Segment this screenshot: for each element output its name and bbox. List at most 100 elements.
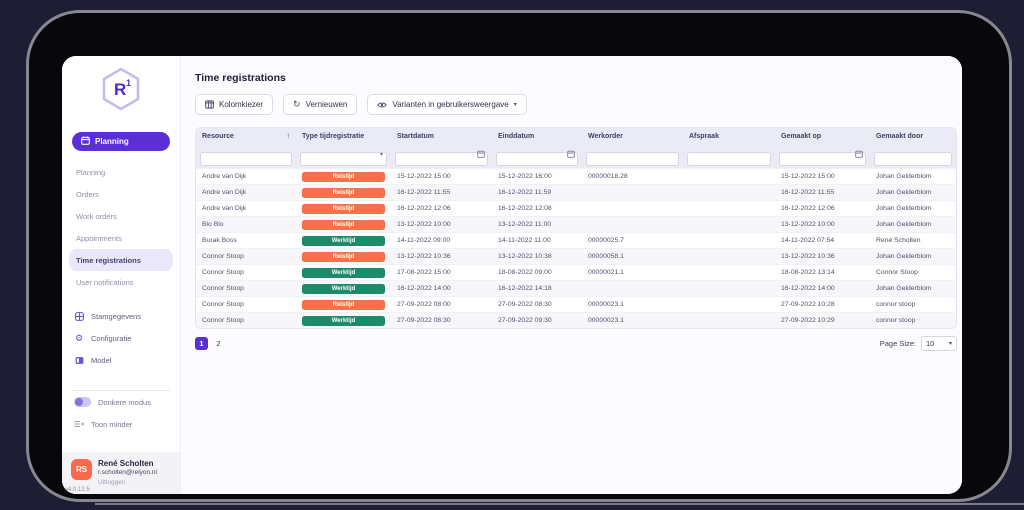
table-row[interactable]: Connor Stoop Reistijd 27-09-2022 08:00 2…	[196, 296, 956, 312]
table-row[interactable]: Blo Blo Reistijd 13-12-2022 10:00 13-12-…	[196, 216, 956, 232]
filter-einddatum-input[interactable]	[496, 152, 578, 166]
sidebar-item-model[interactable]: Model	[62, 349, 180, 371]
col-header-werkorder[interactable]: Werkorder	[582, 128, 683, 145]
sidebar-item-appointments[interactable]: Appointments	[62, 227, 180, 249]
filter-startdatum-input[interactable]	[395, 152, 488, 166]
cell-afspraak	[683, 297, 775, 312]
filter-gemaakt-op-input[interactable]	[779, 152, 866, 166]
cell-start: 16-12-2022 14:00	[391, 281, 492, 296]
cell-resource: Burak Boss	[196, 233, 296, 248]
cell-afspraak	[683, 217, 775, 232]
cell-afspraak	[683, 169, 775, 184]
col-header-resource[interactable]: Resource↑	[196, 128, 296, 145]
cell-werkorder: 00000018.28	[582, 169, 683, 184]
cell-created-by: Johan Gelderblom	[870, 217, 956, 232]
table-row[interactable]: Connor Stoop Reistijd 13-12-2022 10:36 1…	[196, 248, 956, 264]
sidebar-item-stamgegevens[interactable]: Stamgegevens	[62, 305, 180, 327]
cell-end: 16-12-2022 12:08	[492, 201, 582, 216]
col-header-gemaakt-door[interactable]: Gemaakt door	[870, 128, 956, 145]
column-chooser-button[interactable]: Kolomkiezer	[195, 94, 273, 115]
cell-created-on: 13-12-2022 10:00	[775, 217, 870, 232]
cell-created-on: 16-12-2022 11:55	[775, 185, 870, 200]
user-name: René Scholten	[98, 459, 157, 469]
cell-type: Reistijd	[296, 169, 391, 184]
page-size-label: Page Size:	[880, 339, 916, 348]
layout-icon	[74, 356, 84, 365]
page-button-2[interactable]: 2	[212, 337, 225, 350]
refresh-button[interactable]: ↻ Vernieuwen	[283, 94, 357, 115]
cell-type: Reistijd	[296, 185, 391, 200]
cell-afspraak	[683, 201, 775, 216]
cell-end: 15-12-2022 16:00	[492, 169, 582, 184]
sidebar-item-time-registrations[interactable]: Time registrations	[69, 249, 173, 271]
cell-created-on: 15-12-2022 15:00	[775, 169, 870, 184]
main-content: Time registrations Kolomkiezer ↻ Vernieu…	[181, 56, 962, 494]
cell-type: Reistijd	[296, 297, 391, 312]
cell-start: 14-11-2022 09:00	[391, 233, 492, 248]
app-screen: R 1 Planning Planning Orders Work orders…	[62, 56, 962, 494]
table-row[interactable]: Connor Stoop Werktijd 27-09-2022 08:30 2…	[196, 312, 956, 328]
cell-werkorder: 00000058.1	[582, 249, 683, 264]
sidebar-item-configuratie[interactable]: ⚙ Configuratie	[62, 327, 180, 349]
cell-type: Reistijd	[296, 217, 391, 232]
cell-resource: Blo Blo	[196, 217, 296, 232]
cell-resource: Connor Stoop	[196, 265, 296, 280]
table-row[interactable]: Connor Stoop Werktijd 17-08-2022 15:00 1…	[196, 264, 956, 280]
filter-werkorder-input[interactable]	[586, 152, 679, 166]
eye-icon	[377, 101, 387, 109]
cell-start: 27-09-2022 08:30	[391, 313, 492, 328]
hexagon-logo-icon: R 1	[99, 66, 143, 112]
cell-start: 13-12-2022 10:00	[391, 217, 492, 232]
cell-type: Reistijd	[296, 249, 391, 264]
variants-dropdown-button[interactable]: Varianten in gebruikersweergave ▾	[367, 94, 526, 115]
sidebar-item-work-orders[interactable]: Work orders	[62, 205, 180, 227]
sidebar-item-planning-main[interactable]: Planning	[72, 132, 170, 151]
cell-created-on: 16-12-2022 12:06	[775, 201, 870, 216]
table-row[interactable]: Andre van Dijk Reistijd 15-12-2022 15:00…	[196, 168, 956, 184]
col-header-startdatum[interactable]: Startdatum	[391, 128, 492, 145]
cell-werkorder: 00000023.1	[582, 297, 683, 312]
collapse-sidebar-row[interactable]: Toon minder	[62, 413, 180, 435]
table-row[interactable]: Andre van Dijk Reistijd 16-12-2022 11:55…	[196, 184, 956, 200]
chevron-down-icon: ▾	[514, 101, 517, 108]
col-header-afspraak[interactable]: Afspraak	[683, 128, 775, 145]
pagination: 1 2 Page Size: 10 ▾	[195, 336, 957, 351]
col-header-gemaakt-op[interactable]: Gemaakt op	[775, 128, 870, 145]
table-filter-row: ▾	[196, 145, 956, 168]
page-button-1[interactable]: 1	[195, 337, 208, 350]
filter-resource-input[interactable]	[200, 152, 292, 166]
dark-mode-row[interactable]: Donkere modus	[62, 391, 180, 413]
cell-end: 13-12-2022 10:38	[492, 249, 582, 264]
cell-resource: Connor Stoop	[196, 249, 296, 264]
logout-link[interactable]: Uitloggen	[98, 478, 157, 487]
filter-gemaakt-door-input[interactable]	[874, 152, 952, 166]
cell-created-by: Johan Gelderblom	[870, 281, 956, 296]
filter-afspraak-input[interactable]	[687, 152, 771, 166]
cell-werkorder	[582, 281, 683, 296]
page-size-select[interactable]: 10 ▾	[921, 336, 957, 351]
table-row[interactable]: Connor Stoop Werktijd 16-12-2022 14:00 1…	[196, 280, 956, 296]
cell-created-on: 14-11-2022 07:54	[775, 233, 870, 248]
table-body: Andre van Dijk Reistijd 15-12-2022 15:00…	[196, 168, 956, 328]
col-header-type[interactable]: Type tijdregistratie	[296, 128, 391, 145]
cell-start: 16-12-2022 12:06	[391, 201, 492, 216]
table-row[interactable]: Burak Boss Werktijd 14-11-2022 09:00 14-…	[196, 232, 956, 248]
page-title: Time registrations	[195, 72, 957, 84]
sidebar-item-planning[interactable]: Planning	[62, 161, 180, 183]
col-header-einddatum[interactable]: Einddatum	[492, 128, 582, 145]
cell-created-by: Connor Stoop	[870, 265, 956, 280]
table-row[interactable]: Andre van Dijk Reistijd 16-12-2022 12:06…	[196, 200, 956, 216]
surface-reflection	[95, 503, 1024, 505]
sort-asc-icon: ↑	[287, 133, 291, 140]
sidebar-item-orders[interactable]: Orders	[62, 183, 180, 205]
cell-end: 16-12-2022 11:59	[492, 185, 582, 200]
cell-end: 27-09-2022 09:30	[492, 313, 582, 328]
chevron-down-icon: ▾	[949, 340, 952, 347]
filter-type-select[interactable]	[300, 152, 387, 166]
cell-afspraak	[683, 281, 775, 296]
avatar: RS	[71, 459, 92, 480]
user-email: r.scholten@relyon.nl	[98, 469, 157, 477]
sidebar-item-user-notifications[interactable]: User notifications	[62, 271, 180, 293]
cell-resource: Connor Stoop	[196, 313, 296, 328]
dark-mode-toggle[interactable]	[74, 397, 91, 407]
